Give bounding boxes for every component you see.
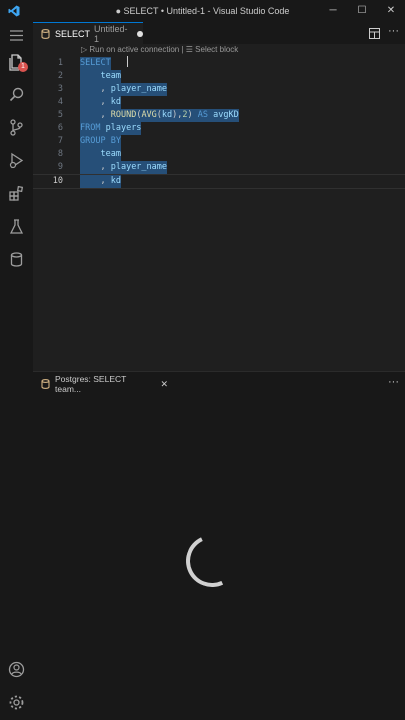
line-number: 4 [57,97,63,107]
code-line[interactable]: 10 , kd [33,174,405,189]
run-debug-icon[interactable] [7,151,26,170]
line-number: 6 [57,123,63,133]
code-line[interactable]: 2 team [33,70,405,83]
panel-tab-bar: Postgres: SELECT team... ✕ ··· [33,371,405,396]
code-line[interactable]: 1 SELECT [33,57,405,70]
select-block-link[interactable]: ☰ Select block [186,45,239,54]
code-token: player_name [110,162,168,172]
split-editor-icon[interactable] [369,28,380,39]
activity-bar: 1 [0,22,33,720]
code-token: , [80,84,111,94]
extensions-icon[interactable] [7,184,26,203]
code-text: SELECT [80,57,111,70]
code-token: , [80,162,111,172]
line-number: 9 [57,162,63,172]
source-control-icon[interactable] [7,118,26,137]
results-panel [33,395,405,720]
code-token: team [80,149,121,159]
line-number: 8 [57,149,63,159]
run-on-active-connection-link[interactable]: ▷ Run on active connection [81,45,179,54]
tab-subtitle: Untitled-1 [94,24,128,44]
code-token: avgKD [208,110,239,120]
line-number: 2 [57,71,63,81]
code-text: , kd [80,96,121,109]
database-file-icon [41,379,50,389]
tab-untitled-1[interactable]: SELECT Untitled-1 [33,22,143,45]
code-token: team [80,71,121,81]
unsaved-dot-icon[interactable] [137,31,143,37]
database-icon[interactable] [7,250,26,269]
line-number: 3 [57,84,63,94]
code-token: AS [197,110,209,120]
codelens-bar: ▷ Run on active connection | ☰ Select bl… [81,45,238,54]
line-number: 5 [57,110,63,120]
settings-gear-icon[interactable] [7,693,26,712]
editor-tab-bar: SELECT Untitled-1 ··· [33,22,405,45]
text-cursor-icon [127,56,128,67]
code-text: team [80,148,121,161]
tab-title: SELECT [55,29,91,39]
code-token: ROUND [110,110,137,120]
database-file-icon [41,29,50,39]
account-icon[interactable] [7,660,26,679]
code-token: ) [187,110,198,120]
line-number: 1 [57,58,63,68]
more-actions-icon[interactable]: ··· [388,25,399,37]
code-token: AVG [141,110,157,120]
code-token: kd [110,176,121,186]
code-text: , player_name [80,83,168,96]
code-line[interactable]: 7 GROUP BY [33,135,405,148]
code-token: ), [172,110,183,120]
maximize-icon[interactable]: ☐ [355,4,369,18]
code-line[interactable]: 3 , player_name [33,83,405,96]
code-text: , player_name [80,161,168,174]
code-line[interactable]: 6 FROM players [33,122,405,135]
code-token: GROUP BY [80,136,121,146]
code-line[interactable]: 4 , kd [33,96,405,109]
code-editor[interactable]: ▷ Run on active connection | ☰ Select bl… [33,44,405,370]
title-bar: ● SELECT • Untitled-1 - Visual Studio Co… [0,0,405,22]
testing-icon[interactable] [7,217,26,236]
code-text: , kd [80,175,121,188]
menu-icon[interactable] [7,26,26,45]
code-line[interactable]: 9 , player_name [33,161,405,174]
code-text: GROUP BY [80,135,121,148]
minimize-icon[interactable]: ─ [326,4,340,18]
codelens-separator: | [181,45,184,54]
line-number: 10 [52,176,63,186]
explorer-badge: 1 [18,62,28,72]
code-token: kd [110,97,121,107]
code-text: , ROUND(AVG(kd),2) AS avgKD [80,109,239,122]
window-title: ● SELECT • Untitled-1 - Visual Studio Co… [115,6,290,16]
code-token: player_name [110,84,168,94]
code-token: , [80,176,111,186]
tab-postgres-results[interactable]: Postgres: SELECT team... ✕ [33,372,168,396]
code-line[interactable]: 8 team [33,148,405,161]
code-token: , [80,97,111,107]
code-line[interactable]: 5 , ROUND(AVG(kd),2) AS avgKD [33,109,405,122]
code-token: SELECT [80,58,111,68]
code-token: kd [161,110,173,120]
panel-tab-label: Postgres: SELECT team... [55,374,127,394]
search-icon[interactable] [7,85,26,104]
code-text: team [80,70,121,83]
code-token: , [80,110,111,120]
code-token: FROM [80,123,101,133]
code-token: players [100,123,142,133]
code-text: FROM players [80,122,142,135]
loading-spinner-icon [178,527,246,595]
line-number: 7 [57,136,63,146]
close-window-icon[interactable]: ✕ [384,4,398,18]
panel-more-actions-icon[interactable]: ··· [388,376,399,388]
close-tab-icon[interactable]: ✕ [160,379,168,390]
